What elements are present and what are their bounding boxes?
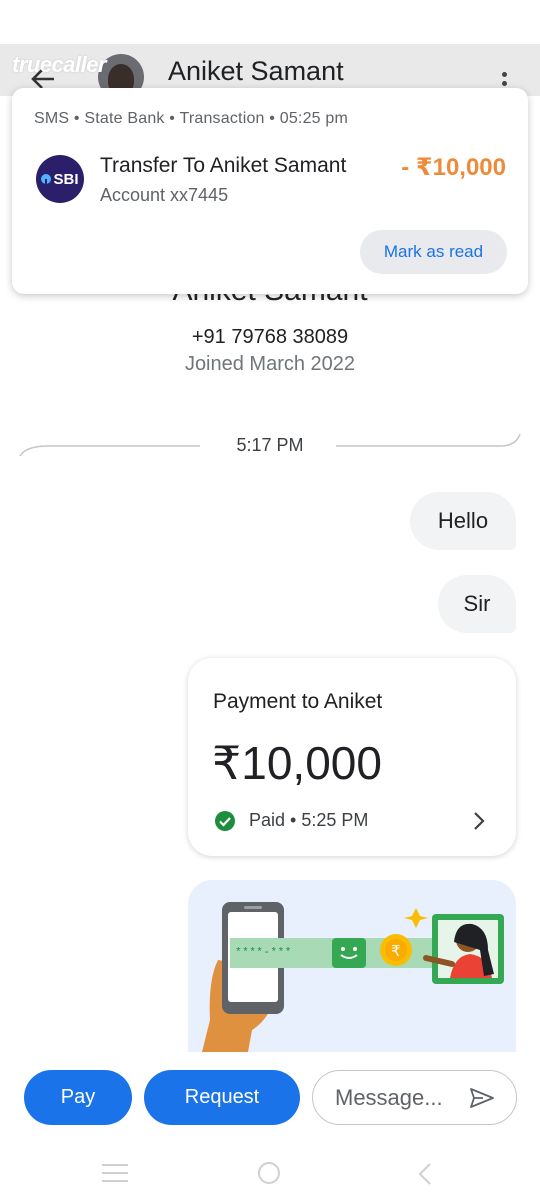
svg-text:₹: ₹ bbox=[391, 942, 401, 960]
header-contact-name: Aniket Samant bbox=[168, 56, 344, 86]
truecaller-logo: truecaller bbox=[12, 52, 107, 77]
nav-back-icon[interactable] bbox=[416, 1162, 434, 1186]
message-bubble[interactable]: Sir bbox=[438, 575, 516, 633]
contact-phone: +91 79768 38089 bbox=[191, 326, 349, 348]
nav-recents-icon[interactable] bbox=[102, 1164, 128, 1184]
masked-number: ****-*** bbox=[235, 947, 292, 959]
nav-home-icon[interactable] bbox=[258, 1162, 280, 1184]
message-field[interactable] bbox=[312, 1070, 517, 1125]
status-bar bbox=[0, 0, 540, 44]
pay-button[interactable]: Pay bbox=[24, 1070, 132, 1125]
sbi-logo-icon: SBI bbox=[36, 155, 84, 203]
payment-amount: ₹10,000 bbox=[212, 737, 382, 789]
transaction-amount: - ₹10,000 bbox=[401, 154, 506, 181]
contact-joined: Joined March 2022 bbox=[184, 353, 356, 375]
chevron-right-icon[interactable] bbox=[470, 810, 488, 832]
payment-status: Paid • 5:25 PM bbox=[249, 810, 369, 830]
check-circle-icon bbox=[215, 811, 235, 831]
sms-meta: SMS • State Bank • Transaction • 05:25 p… bbox=[34, 110, 349, 127]
transaction-account: Account xx7445 bbox=[100, 185, 229, 205]
request-button[interactable]: Request bbox=[144, 1070, 300, 1125]
contact-name-partial: Aniket Samant bbox=[0, 294, 540, 308]
sms-transaction-overlay: SMS • State Bank • Transaction • 05:25 p… bbox=[12, 88, 528, 294]
transaction-title: Transfer To Aniket Samant bbox=[100, 154, 347, 177]
send-icon[interactable] bbox=[469, 1087, 495, 1109]
promo-illustration-card[interactable]: ₹ ****-*** bbox=[188, 880, 516, 1052]
payment-illustration: ₹ bbox=[202, 902, 504, 1052]
message-bubble[interactable]: Hello bbox=[410, 492, 516, 550]
payment-title: Payment to Aniket bbox=[213, 690, 383, 713]
time-divider: 5:17 PM bbox=[236, 435, 304, 455]
message-input[interactable] bbox=[335, 1083, 465, 1113]
mark-as-read-button[interactable]: Mark as read bbox=[360, 230, 507, 274]
payment-card[interactable]: Payment to Aniket ₹10,000 Paid • 5:25 PM bbox=[188, 658, 516, 856]
